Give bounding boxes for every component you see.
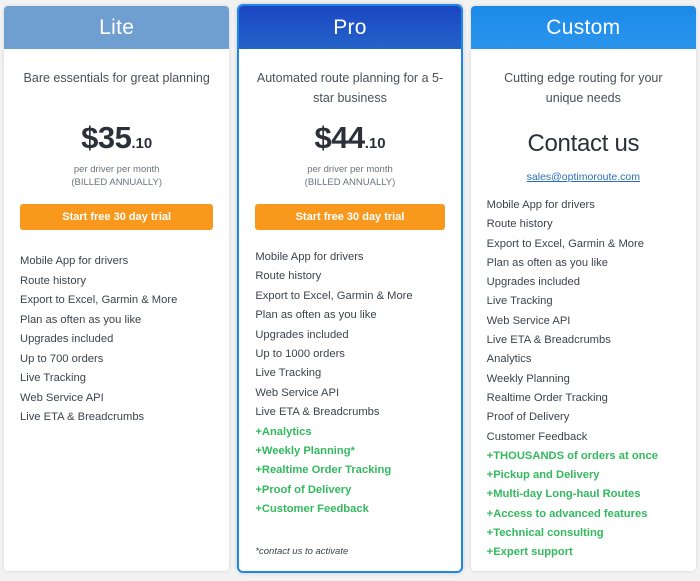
feature-item: Upgrades included	[20, 330, 213, 350]
feature-item: +THOUSANDS of orders at once	[487, 447, 680, 466]
spacer	[20, 428, 213, 572]
feature-item: Mobile App for drivers	[255, 248, 444, 267]
pricing-card-pro: Pro Automated route planning for a 5-sta…	[237, 4, 462, 573]
plan-tagline: Bare essentials for great planning	[20, 68, 213, 108]
feature-item: +Realtime Order Tracking	[255, 461, 444, 480]
feature-item: Live Tracking	[20, 369, 213, 389]
pricing-card-custom: Custom Cutting edge routing for your uni…	[471, 6, 696, 571]
feature-item: Live ETA & Breadcrumbs	[255, 403, 444, 422]
feature-item: Live ETA & Breadcrumbs	[487, 331, 680, 350]
feature-item: Web Service API	[487, 312, 680, 331]
plan-price-block: $44.10	[255, 120, 444, 156]
feature-item: Plan as often as you like	[20, 311, 213, 331]
feature-item: +Pickup and Delivery	[487, 466, 680, 485]
feature-item: Export to Excel, Garmin & More	[255, 287, 444, 306]
plan-name: Custom	[546, 16, 620, 40]
feature-item: Live ETA & Breadcrumbs	[20, 408, 213, 428]
spacer	[487, 563, 680, 571]
plan-price-note-line1: per driver per month	[255, 163, 444, 176]
feature-list-lite: Mobile App for driversRoute historyExpor…	[20, 252, 213, 428]
feature-list-pro: Mobile App for driversRoute historyExpor…	[255, 248, 444, 520]
feature-item: Realtime Order Tracking	[487, 389, 680, 408]
feature-list-custom: Mobile App for driversRoute historyExpor…	[487, 196, 680, 563]
feature-item: Weekly Planning	[487, 370, 680, 389]
feature-item: Up to 1000 orders	[255, 345, 444, 364]
feature-item: +Expert support	[487, 543, 680, 562]
feature-item: Upgrades included	[255, 326, 444, 345]
feature-item: Proof of Delivery	[487, 408, 680, 427]
feature-item: +Technical consulting	[487, 524, 680, 543]
pricing-card-lite: Lite Bare essentials for great planning …	[4, 6, 229, 571]
plan-body-custom: Cutting edge routing for your unique nee…	[471, 49, 696, 571]
feature-item: +Analytics	[255, 423, 444, 442]
plan-price-note-line2: (BILLED ANNUALLY)	[255, 176, 444, 189]
plan-price-amount: $44	[314, 120, 364, 155]
plan-price-note-line1: per driver per month	[20, 163, 213, 176]
feature-item: +Proof of Delivery	[255, 481, 444, 500]
feature-item: Live Tracking	[255, 364, 444, 383]
feature-item: +Customer Feedback	[255, 500, 444, 519]
feature-item: Export to Excel, Garmin & More	[20, 291, 213, 311]
plan-name: Lite	[99, 16, 134, 40]
plan-body-lite: Bare essentials for great planning $35.1…	[4, 49, 229, 571]
contact-us-title: Contact us	[487, 130, 680, 158]
feature-item: Upgrades included	[487, 273, 680, 292]
feature-item: Mobile App for drivers	[20, 252, 213, 272]
start-free-trial-button-pro[interactable]: Start free 30 day trial	[255, 204, 444, 230]
feature-item: Route history	[255, 267, 444, 286]
feature-item: Customer Feedback	[487, 428, 680, 447]
plan-price-block: $35.10	[20, 120, 213, 156]
plan-header-custom: Custom	[471, 6, 696, 49]
plan-footnote: *contact us to activate	[255, 546, 444, 557]
plan-header-pro: Pro	[239, 6, 460, 49]
plan-tagline: Automated route planning for a 5-star bu…	[255, 68, 444, 108]
feature-item: Analytics	[487, 350, 680, 369]
feature-item: Plan as often as you like	[255, 306, 444, 325]
feature-item: Web Service API	[255, 384, 444, 403]
sales-email-link[interactable]: sales@optimoroute.com	[487, 171, 680, 183]
plan-body-pro: Automated route planning for a 5-star bu…	[239, 49, 460, 571]
plan-name: Pro	[333, 16, 367, 40]
feature-item: Up to 700 orders	[20, 350, 213, 370]
feature-item: Web Service API	[20, 389, 213, 409]
feature-item: +Multi-day Long-haul Routes	[487, 485, 680, 504]
feature-item: Live Tracking	[487, 292, 680, 311]
pricing-plans-row: Lite Bare essentials for great planning …	[0, 0, 700, 581]
plan-price-note: per driver per month (BILLED ANNUALLY)	[255, 163, 444, 189]
plan-price-amount: $35	[81, 120, 131, 155]
plan-price-note: per driver per month (BILLED ANNUALLY)	[20, 163, 213, 189]
feature-item: Plan as often as you like	[487, 254, 680, 273]
plan-header-lite: Lite	[4, 6, 229, 49]
feature-item: Export to Excel, Garmin & More	[487, 235, 680, 254]
feature-item: Route history	[20, 272, 213, 292]
plan-tagline: Cutting edge routing for your unique nee…	[487, 68, 680, 108]
plan-price-note-line2: (BILLED ANNUALLY)	[20, 176, 213, 189]
feature-item: +Access to advanced features	[487, 505, 680, 524]
plan-price-cents: .10	[131, 135, 152, 152]
plan-price-cents: .10	[365, 135, 386, 152]
feature-item: Mobile App for drivers	[487, 196, 680, 215]
feature-item: Route history	[487, 215, 680, 234]
start-free-trial-button-lite[interactable]: Start free 30 day trial	[20, 204, 213, 230]
feature-item: +Weekly Planning*	[255, 442, 444, 461]
